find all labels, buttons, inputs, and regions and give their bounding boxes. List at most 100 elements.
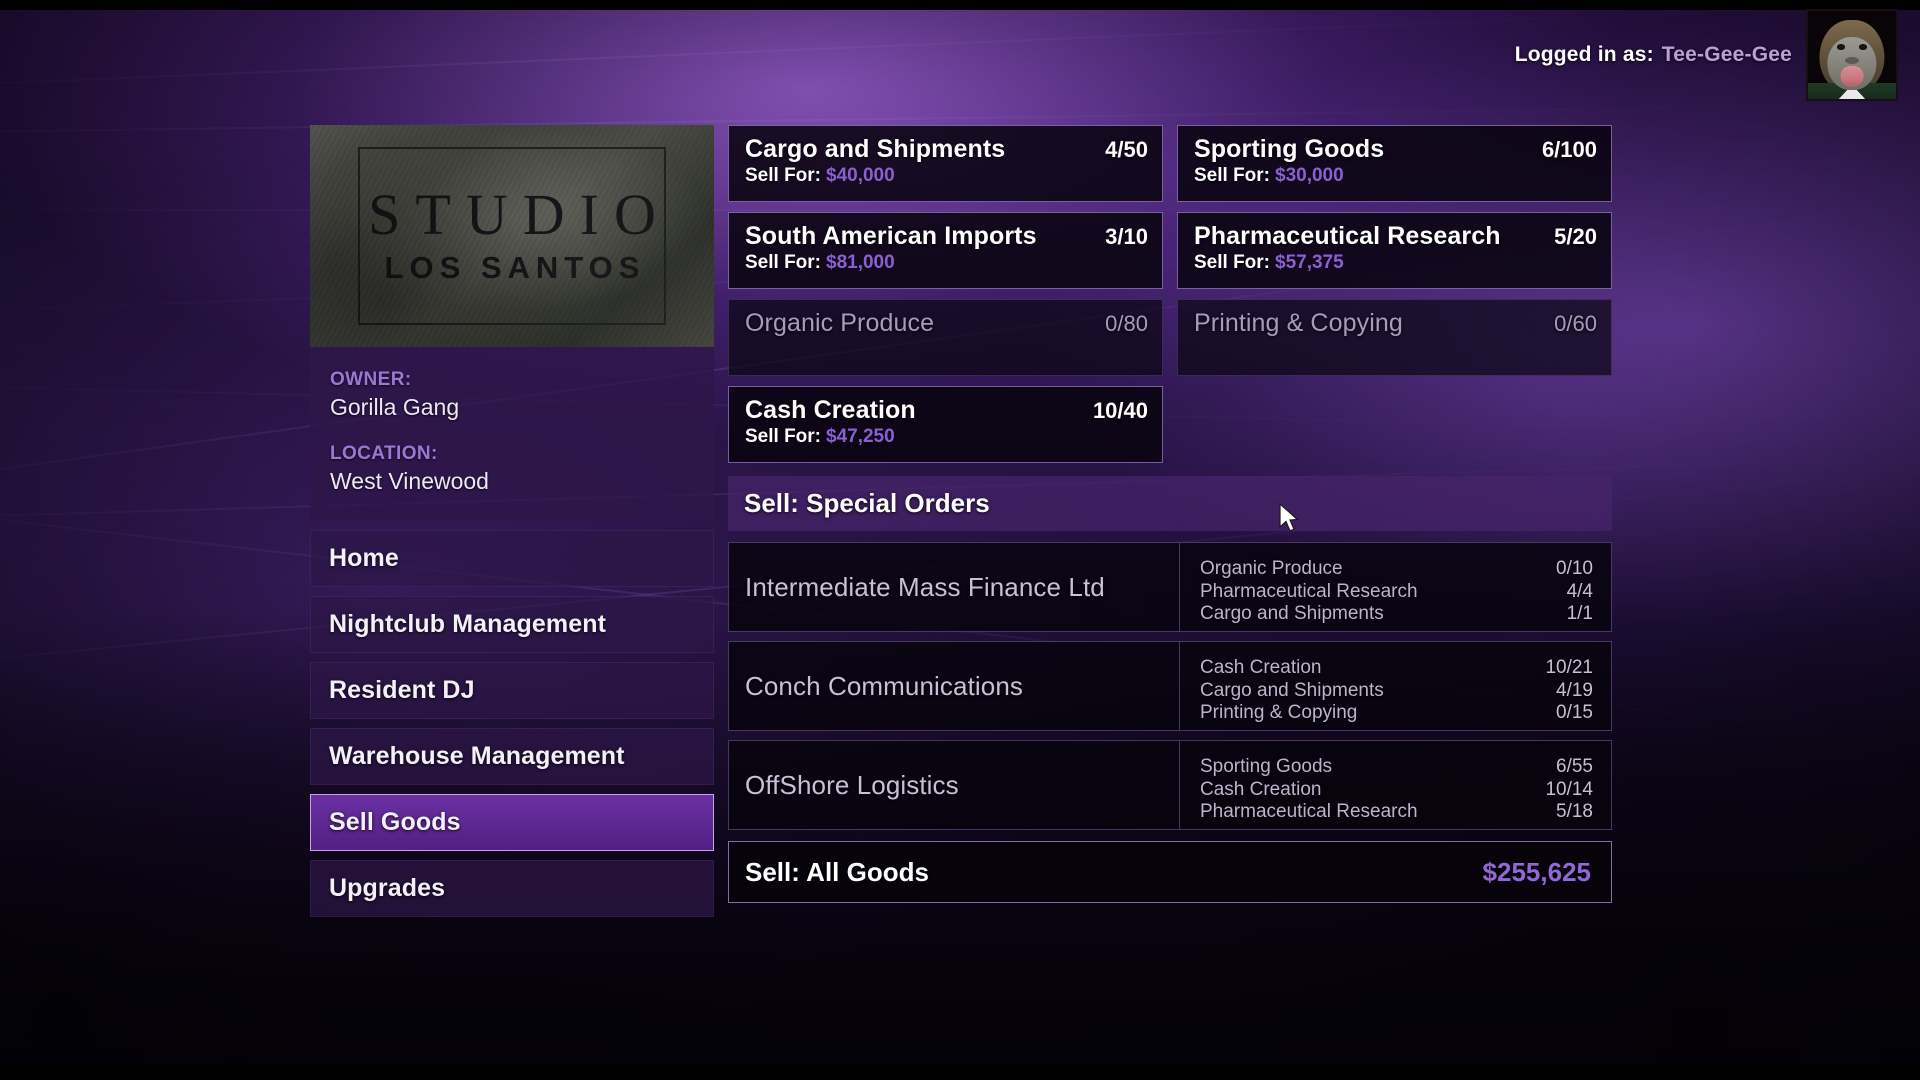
- goods-sell-for: Sell For:$81,000: [745, 252, 1148, 274]
- goods-card-header: Pharmaceutical Research5/20: [1194, 222, 1597, 251]
- special-order-company: OffShore Logistics: [729, 741, 1179, 829]
- goods-card[interactable]: Pharmaceutical Research5/20Sell For:$57,…: [1177, 212, 1612, 289]
- special-order-items: Cash Creation10/21Cargo and Shipments4/1…: [1179, 642, 1611, 730]
- club-logo-frame: STUDIO LOS SANTOS: [358, 147, 666, 325]
- sidebar-item-nightclub-management[interactable]: Nightclub Management: [310, 596, 714, 653]
- goods-quantity: 10/40: [1093, 398, 1148, 424]
- special-order-item: Organic Produce 0/10: [1200, 558, 1593, 580]
- goods-sell-for-value: $81,000: [826, 252, 895, 273]
- goods-name: Cash Creation: [745, 396, 916, 425]
- sidebar-item-upgrades[interactable]: Upgrades: [310, 860, 714, 917]
- special-order-item: Pharmaceutical Research4/4: [1200, 581, 1593, 603]
- special-order-item: Pharmaceutical Research5/18: [1200, 801, 1593, 823]
- goods-sell-for-label: Sell For:: [745, 165, 821, 186]
- club-info: OWNER: Gorilla Gang LOCATION: West Vinew…: [310, 347, 714, 521]
- goods-card-header: Sporting Goods6/100: [1194, 135, 1597, 164]
- special-order-items: Sporting Goods6/55Cash Creation10/14Phar…: [1179, 741, 1611, 829]
- goods-card-header: South American Imports3/10: [745, 222, 1148, 251]
- sidebar-item-label: Sell Goods: [329, 808, 461, 837]
- location-value: West Vinewood: [330, 468, 692, 495]
- sidebar-menu: Home Nightclub Management Resident DJ Wareh…: [310, 530, 714, 917]
- owner-value: Gorilla Gang: [330, 394, 692, 421]
- special-order-item: Sporting Goods 6/55: [1200, 756, 1593, 778]
- goods-card-header: Printing & Copying0/60: [1194, 309, 1597, 338]
- sidebar-item-resident-dj[interactable]: Resident DJ: [310, 662, 714, 719]
- owner-label: OWNER:: [330, 369, 692, 391]
- special-orders-heading: Sell: Special Orders: [728, 476, 1612, 531]
- goods-quantity: 5/20: [1554, 224, 1597, 250]
- goods-card[interactable]: Cash Creation10/40Sell For:$47,250: [728, 386, 1163, 463]
- goods-sell-for-value: $47,250: [826, 426, 895, 447]
- club-logo-line2: LOS SANTOS: [379, 250, 646, 286]
- special-order-item-name: Cash Creation: [1200, 779, 1321, 801]
- letterbox-bottom: [0, 1064, 1920, 1080]
- top-bar: Logged in as: Tee-Gee-Gee: [0, 0, 1920, 110]
- goods-card-header: Cargo and Shipments4/50: [745, 135, 1148, 164]
- sidebar-item-home[interactable]: Home: [310, 530, 714, 587]
- special-order-company: Conch Communications: [729, 642, 1179, 730]
- sidebar-item-label: Nightclub Management: [329, 610, 606, 639]
- goods-card[interactable]: Organic Produce 0/80: [728, 299, 1163, 376]
- goods-name: Cargo and Shipments: [745, 135, 1005, 164]
- goods-sell-for: Sell For:$57,375: [1194, 252, 1597, 274]
- logged-in-username: Tee-Gee-Gee: [1662, 43, 1792, 67]
- sell-all-goods-button[interactable]: Sell: All Goods $255,625: [728, 841, 1612, 903]
- special-order-item: Cargo and Shipments 1/1: [1200, 603, 1593, 625]
- special-order-item-quantity: 0/10: [1556, 558, 1593, 580]
- special-order-item-name: Cargo and Shipments: [1200, 603, 1384, 625]
- goods-card[interactable]: Cargo and Shipments4/50Sell For:$40,000: [728, 125, 1163, 202]
- club-logo-line1: STUDIO: [353, 186, 671, 244]
- goods-sell-for: Sell For:$30,000: [1194, 165, 1597, 187]
- special-order-item-quantity: 1/1: [1567, 603, 1593, 625]
- special-order-item-quantity: 10/21: [1545, 657, 1593, 679]
- goods-name: Printing & Copying: [1194, 309, 1403, 338]
- goods-sell-for-value: $40,000: [826, 165, 895, 186]
- goods-grid: Cargo and Shipments4/50Sell For:$40,000S…: [728, 125, 1612, 463]
- avatar[interactable]: [1806, 9, 1898, 101]
- goods-card-header: Cash Creation 10/40: [745, 396, 1148, 425]
- goods-quantity: 0/80: [1105, 311, 1148, 337]
- special-order-row[interactable]: Intermediate Mass Finance Ltd Organic Pro…: [728, 542, 1612, 632]
- sidebar-item-label: Resident DJ: [329, 676, 475, 705]
- location-label: LOCATION:: [330, 443, 692, 465]
- special-order-row[interactable]: Conch CommunicationsCash Creation10/21Ca…: [728, 641, 1612, 731]
- special-order-item: Cash Creation 10/21: [1200, 657, 1593, 679]
- special-order-item-name: Printing & Copying: [1200, 702, 1357, 724]
- sell-all-total: $255,625: [1483, 857, 1591, 888]
- goods-sell-for: Sell For:$40,000: [745, 165, 1148, 187]
- special-order-item-name: Organic Produce: [1200, 558, 1343, 580]
- special-order-item: Printing & Copying0/15: [1200, 702, 1593, 724]
- goods-card[interactable]: Sporting Goods6/100Sell For:$30,000: [1177, 125, 1612, 202]
- sidebar-item-warehouse-management[interactable]: Warehouse Management: [310, 728, 714, 785]
- goods-name: Organic Produce: [745, 309, 934, 338]
- goods-sell-for-label: Sell For:: [1194, 252, 1270, 273]
- logged-in-status: Logged in as: Tee-Gee-Gee: [1515, 43, 1792, 67]
- goods-name: Sporting Goods: [1194, 135, 1384, 164]
- screen: Logged in as: Tee-Gee-Gee STUDIO LO: [0, 0, 1920, 1080]
- special-order-company: Intermediate Mass Finance Ltd: [729, 543, 1179, 631]
- sidebar: STUDIO LOS SANTOS OWNER: Gorilla Gang LO…: [310, 125, 714, 1045]
- special-order-row[interactable]: OffShore LogisticsSporting Goods6/55Cash…: [728, 740, 1612, 830]
- special-order-item-quantity: 4/4: [1567, 581, 1593, 603]
- goods-sell-for-label: Sell For:: [1194, 165, 1270, 186]
- sidebar-item-label: Home: [329, 544, 399, 573]
- goods-card[interactable]: South American Imports3/10Sell For:$81,0…: [728, 212, 1163, 289]
- goods-card-header: Organic Produce 0/80: [745, 309, 1148, 338]
- special-order-item-name: Cargo and Shipments: [1200, 680, 1384, 702]
- content-area: Cargo and Shipments4/50Sell For:$40,000S…: [728, 125, 1612, 1045]
- goods-sell-for-label: Sell For:: [745, 252, 821, 273]
- goods-sell-for-value: $57,375: [1275, 252, 1344, 273]
- special-order-item: Cash Creation 10/14: [1200, 779, 1593, 801]
- goods-sell-for-value: $30,000: [1275, 165, 1344, 186]
- special-order-item-name: Pharmaceutical Research: [1200, 801, 1418, 823]
- special-order-item-name: Sporting Goods: [1200, 756, 1332, 778]
- goods-sell-for-label: Sell For:: [745, 426, 821, 447]
- special-order-item-name: Cash Creation: [1200, 657, 1321, 679]
- sidebar-item-label: Warehouse Management: [329, 742, 625, 771]
- special-order-item-quantity: 10/14: [1545, 779, 1593, 801]
- gorilla-avatar-icon: [1808, 11, 1896, 99]
- special-order-item-quantity: 6/55: [1556, 756, 1593, 778]
- sidebar-item-sell-goods[interactable]: Sell Goods: [310, 794, 714, 851]
- goods-sell-for: Sell For:$47,250: [745, 426, 1148, 448]
- goods-card[interactable]: Printing & Copying0/60: [1177, 299, 1612, 376]
